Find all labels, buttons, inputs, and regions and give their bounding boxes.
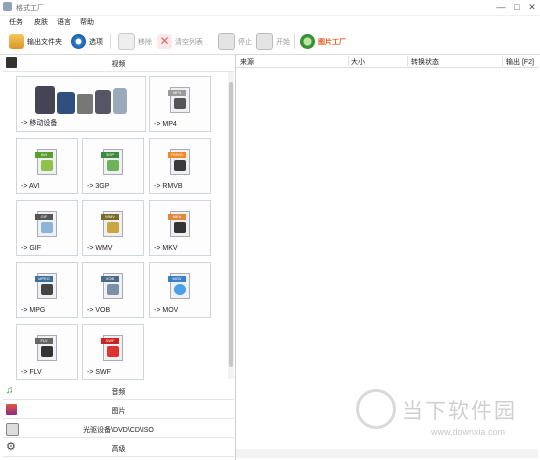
category-optical-disc[interactable]: 光驱设备\DVD\CD\ISO: [3, 421, 234, 438]
tile-mpg[interactable]: MPEG -> MPG: [16, 262, 78, 318]
watermark-url: www.downxia.com: [431, 427, 506, 437]
tile-avi[interactable]: AVI -> AVI: [16, 138, 78, 194]
tile-swf[interactable]: SWF -> SWF: [82, 324, 144, 380]
tile-mobile-devices[interactable]: -> 移动设备: [16, 76, 146, 132]
output-folder-button[interactable]: 输出文件夹: [9, 32, 62, 51]
column-divider: [407, 56, 408, 66]
close-button[interactable]: ✕: [525, 1, 539, 13]
minimize-button[interactable]: —: [494, 1, 508, 13]
tile-gif[interactable]: GIF -> GIF: [16, 200, 78, 256]
picture-tool-button[interactable]: 图片工厂: [300, 32, 346, 51]
toolbar: 输出文件夹 选项 移除 ✕ 清空列表 停止 开始 图片工厂: [0, 29, 540, 55]
column-status[interactable]: 转换状态: [411, 57, 439, 67]
column-divider: [502, 56, 503, 66]
mpg-file-icon: MPEG: [33, 270, 61, 302]
window-title: 格式工厂: [16, 5, 44, 12]
toolbar-separator: [294, 34, 295, 49]
app-icon: [3, 2, 12, 11]
stop-icon: [218, 33, 235, 50]
folder-icon: [9, 34, 24, 49]
stop-button[interactable]: 停止: [218, 32, 252, 51]
menu-bar: 任务 皮肤 语言 帮助: [0, 15, 540, 28]
tile-mkv[interactable]: MKV -> MKV: [149, 200, 211, 256]
tile-mov[interactable]: MOV -> MOV: [149, 262, 211, 318]
category-picture[interactable]: 图片: [3, 402, 234, 419]
flv-file-icon: FLV: [33, 332, 61, 364]
clear-x-icon: ✕: [157, 34, 172, 49]
mobile-devices-icon: [31, 84, 131, 116]
mp4-file-icon: MP4: [166, 84, 194, 116]
category-audio[interactable]: ♫ 音频: [3, 383, 234, 400]
start-button[interactable]: 开始: [256, 32, 290, 51]
task-list-hscrollbar[interactable]: [236, 449, 538, 458]
column-source[interactable]: 来源: [240, 57, 254, 67]
play-icon: [256, 33, 273, 50]
picture-tool-icon: [300, 34, 315, 49]
3gp-file-icon: 3GP: [99, 146, 127, 178]
remove-button[interactable]: 移除: [118, 32, 152, 51]
tile-wmv[interactable]: WMV -> WMV: [82, 200, 144, 256]
category-advanced[interactable]: ⚙ 高级: [3, 440, 234, 457]
swf-file-icon: SWF: [99, 332, 127, 364]
watermark-text: 当下软件园: [402, 399, 517, 423]
format-grid-scrollbar[interactable]: [228, 72, 234, 379]
menu-skin[interactable]: 皮肤: [34, 17, 48, 27]
scrollbar-thumb[interactable]: [229, 82, 233, 367]
mkv-file-icon: MKV: [166, 208, 194, 240]
maximize-button[interactable]: □: [510, 1, 524, 13]
tile-mp4[interactable]: MP4 -> MP4: [149, 76, 211, 132]
watermark-logo-icon: [356, 389, 396, 429]
category-video[interactable]: 视频: [3, 55, 234, 72]
title-bar: 格式工厂 — □ ✕: [0, 0, 540, 16]
mov-file-icon: MOV: [166, 270, 194, 302]
tile-3gp[interactable]: 3GP -> 3GP: [82, 138, 144, 194]
options-button[interactable]: 选项: [71, 32, 103, 51]
tile-rmvb[interactable]: RMVB -> RMVB: [149, 138, 211, 194]
column-size[interactable]: 大小: [351, 57, 365, 67]
menu-language[interactable]: 语言: [57, 17, 71, 27]
wmv-file-icon: WMV: [99, 208, 127, 240]
menu-help[interactable]: 帮助: [80, 17, 94, 27]
clear-list-button[interactable]: ✕ 清空列表: [157, 32, 203, 51]
column-output[interactable]: 输出 [F2]: [506, 57, 534, 67]
remove-icon: [118, 33, 135, 50]
toolbar-separator: [110, 34, 111, 49]
gif-file-icon: GIF: [33, 208, 61, 240]
task-table-header: 来源 大小 转换状态 输出 [F2]: [236, 55, 538, 68]
rmvb-file-icon: RMVB: [166, 146, 194, 178]
video-format-grid: -> 移动设备 MP4 -> MP4 AVI -> AVI 3GP -> 3GP…: [3, 72, 225, 380]
options-icon: [71, 34, 86, 49]
column-divider: [348, 56, 349, 66]
vob-file-icon: VOB: [99, 270, 127, 302]
avi-file-icon: AVI: [33, 146, 61, 178]
menu-task[interactable]: 任务: [9, 17, 23, 27]
tile-vob[interactable]: VOB -> VOB: [82, 262, 144, 318]
tile-flv[interactable]: FLV -> FLV: [16, 324, 78, 380]
category-panel: 视频 -> 移动设备 MP4 -> MP4 AVI -> AVI 3GP -> …: [3, 55, 234, 460]
